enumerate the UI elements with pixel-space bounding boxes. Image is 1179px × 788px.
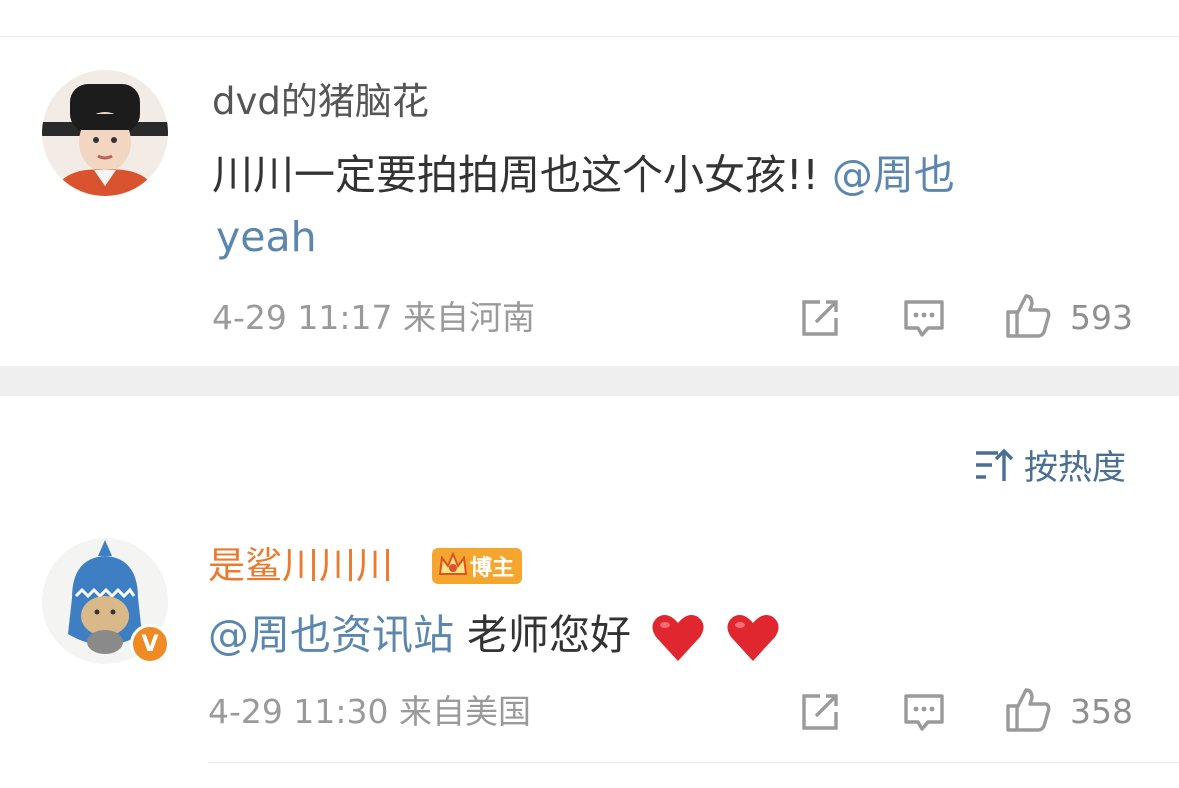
comment-username[interactable]: dvd的猪脑花	[212, 78, 429, 126]
comment-time: 4-29 11:17	[212, 298, 393, 337]
comment-location: 来自美国	[399, 692, 531, 731]
bottom-divider	[208, 762, 1179, 763]
share-icon[interactable]	[796, 294, 844, 342]
comment-location: 来自河南	[403, 298, 535, 337]
comment-icon[interactable]	[900, 294, 948, 342]
thumbs-up-icon[interactable]	[1004, 292, 1052, 340]
heart-emoji	[652, 615, 704, 661]
comment-body: 川川一定要拍拍周也这个小女孩!!	[212, 151, 819, 199]
section-divider	[0, 366, 1179, 396]
mention-link[interactable]: @周也资讯站	[208, 611, 454, 659]
avatar[interactable]	[42, 70, 168, 196]
comment-text: @周也资讯站 老师您好	[208, 594, 781, 676]
sort-label: 按热度	[1024, 448, 1126, 488]
sort-icon	[976, 448, 1014, 481]
comment-icon[interactable]	[900, 688, 948, 736]
comment-username[interactable]: 是鲨川川川	[208, 542, 393, 590]
verified-badge: V	[130, 624, 170, 664]
comment-text-line2: yeah	[216, 213, 317, 261]
author-badge-label: 博主	[470, 556, 515, 581]
author-badge: 博主	[432, 548, 523, 584]
like-count: 593	[1070, 298, 1133, 337]
heart-emoji	[727, 615, 779, 661]
sort-by-hot-button[interactable]: 按热度	[974, 440, 1126, 489]
mention-link[interactable]: @周也	[832, 151, 955, 199]
crown-icon	[438, 551, 468, 575]
like-count: 358	[1070, 692, 1133, 731]
thumbs-up-icon[interactable]	[1004, 686, 1052, 734]
comment-meta: 4-29 11:17 来自河南	[212, 296, 535, 340]
top-divider	[0, 36, 1179, 37]
comment-text: 川川一定要拍拍周也这个小女孩!! @周也	[212, 134, 955, 216]
share-icon[interactable]	[796, 688, 844, 736]
comment-body: 老师您好	[467, 611, 632, 659]
comment-meta: 4-29 11:30 来自美国	[208, 690, 531, 734]
comment-time: 4-29 11:30	[208, 692, 389, 731]
